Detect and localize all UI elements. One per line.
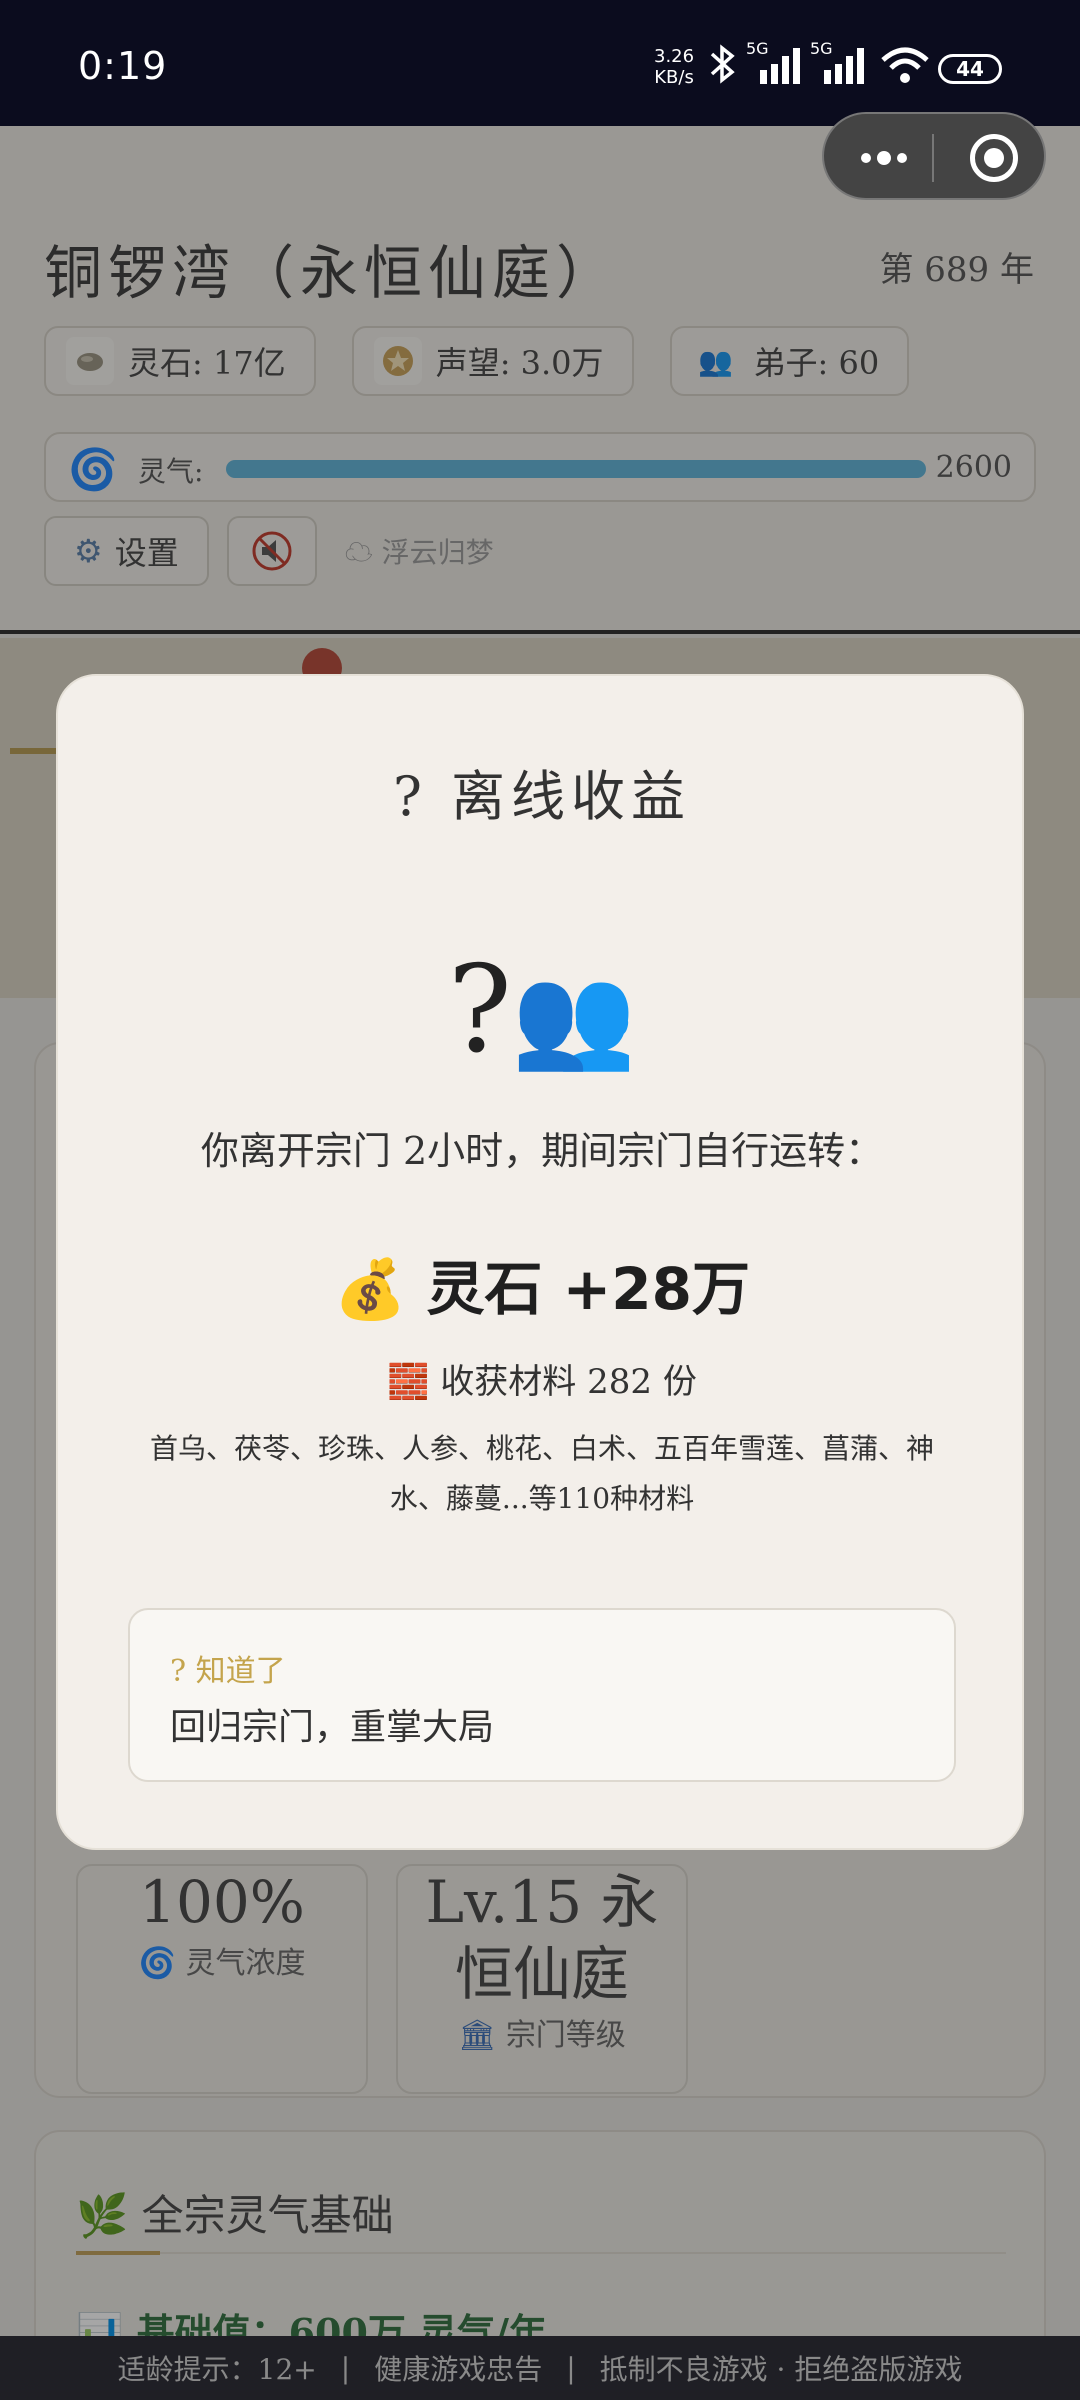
materials-gain: 🧱 收获材料 282 份 <box>58 1354 1026 1403</box>
brick-icon: 🧱 <box>387 1362 430 1402</box>
acknowledge-label: 回归宗门，重掌大局 <box>170 1707 495 1748</box>
spirit-stone-gain: 💰 灵石 +28万 <box>58 1242 1026 1326</box>
bluetooth-icon <box>710 44 735 84</box>
5g-signal-icon: 5G <box>810 40 864 84</box>
network-speed-unit: KB/s <box>654 67 694 88</box>
dialog-hero: ?👥 <box>58 946 1026 1082</box>
acknowledge-button[interactable]: ? 知道了 回归宗门，重掌大局 <box>128 1608 956 1782</box>
svg-text:5G: 5G <box>810 40 833 58</box>
5g-signal-icon: 5G <box>746 40 800 84</box>
network-speed-value: 3.26 <box>654 46 695 67</box>
battery-level: 44 <box>956 57 984 81</box>
wifi-icon <box>881 47 929 83</box>
dialog-title: ? 离线收益 <box>392 765 692 828</box>
spirit-stone-gain-text: 灵石 +28万 <box>426 1255 750 1323</box>
close-miniprogram-icon[interactable] <box>970 134 1018 182</box>
offline-earnings-dialog: ? 离线收益 ?👥 你离开宗门 2小时，期间宗门自行运转： 💰 灵石 +28万 … <box>56 674 1024 1850</box>
status-time: 0:19 <box>78 44 168 88</box>
battery-icon: 44 <box>938 54 1002 84</box>
network-speed: 3.26 KB/s <box>654 46 694 88</box>
materials-list: 首乌、茯苓、珍珠、人参、桃花、白术、五百年雪莲、菖蒲、神水、藤蔓...等110种… <box>149 1432 934 1515</box>
miniprogram-capsule <box>822 112 1046 200</box>
acknowledge-hint: ? 知道了 <box>170 1654 286 1689</box>
materials-gain-text: 收获材料 282 份 <box>440 1362 697 1402</box>
disciples-icon: 👥 <box>511 958 637 1075</box>
svg-text:5G: 5G <box>746 40 769 58</box>
capsule-divider <box>932 134 934 182</box>
more-menu-icon[interactable] <box>854 138 914 178</box>
status-bar: 0:19 3.26 KB/s 5G 5G 44 <box>0 0 1080 126</box>
question-glyph: ? <box>447 941 512 1080</box>
away-summary: 你离开宗门 2小时，期间宗门自行运转： <box>200 1129 884 1173</box>
money-bag-icon: 💰 <box>334 1255 407 1323</box>
